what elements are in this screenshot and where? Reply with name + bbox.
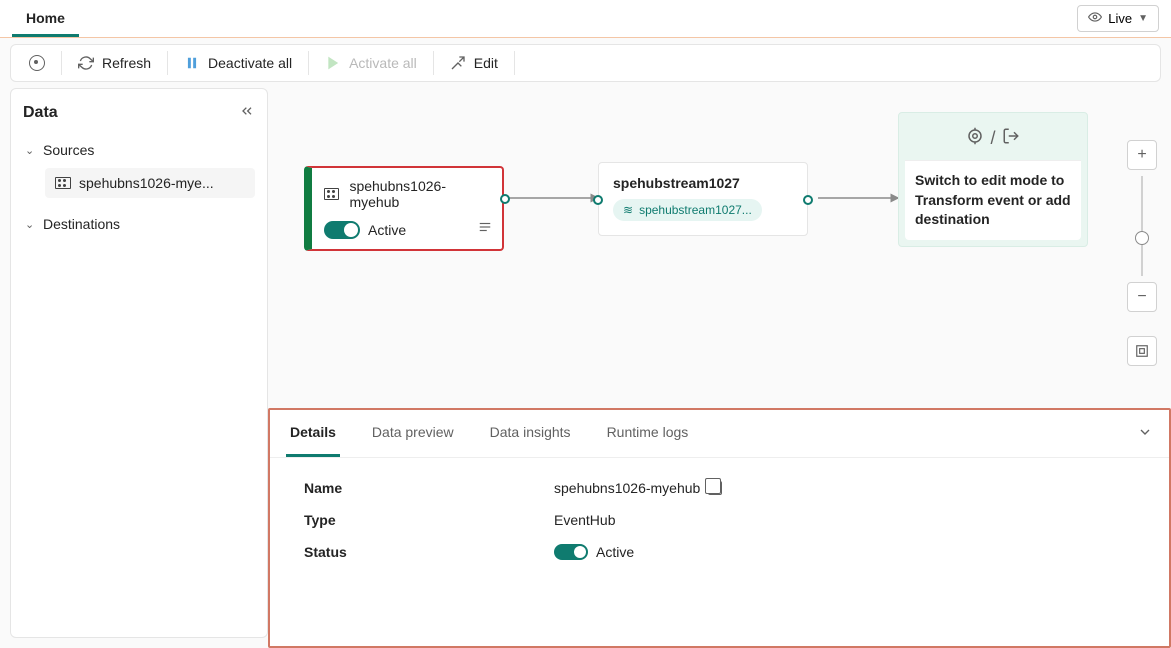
source-active-toggle[interactable] (324, 221, 360, 239)
node-menu-icon[interactable] (478, 220, 492, 239)
source-item-label: spehubns1026-mye... (79, 175, 214, 191)
zoom-controls: + − (1127, 140, 1157, 366)
destination-hint: Switch to edit mode to Transform event o… (905, 160, 1081, 240)
refresh-icon (78, 55, 94, 71)
destination-node[interactable]: / Switch to edit mode to Transform event… (898, 112, 1088, 247)
output-port[interactable] (803, 195, 813, 205)
flow-canvas[interactable]: spehubns1026-myehub Active spehubstream1… (268, 88, 1171, 648)
chevron-down-icon: ▼ (1138, 13, 1148, 24)
copy-icon[interactable] (708, 481, 722, 495)
data-sidebar: Data ⌄ Sources spehubns1026-mye... ⌄ Des… (10, 88, 268, 638)
divider (514, 51, 515, 75)
sources-label: Sources (43, 142, 94, 158)
slash: / (990, 128, 995, 149)
source-node-title: spehubns1026-myehub (349, 178, 490, 210)
tree-sources[interactable]: ⌄ Sources (23, 136, 255, 164)
eventhub-icon (324, 188, 339, 200)
divider (61, 51, 62, 75)
zoom-slider[interactable] (1141, 176, 1143, 276)
stream-node-title: spehubstream1027 (613, 175, 793, 191)
transform-icon (966, 127, 984, 150)
detail-type-value: EventHub (554, 512, 615, 528)
eye-icon (1088, 10, 1102, 27)
details-panel: Details Data preview Data insights Runti… (268, 408, 1171, 648)
zoom-in-button[interactable]: + (1127, 140, 1157, 170)
stream-icon: ≋ (623, 203, 633, 217)
edit-button[interactable]: Edit (438, 49, 510, 77)
input-port[interactable] (593, 195, 603, 205)
deactivate-label: Deactivate all (208, 55, 292, 71)
activate-all-button[interactable]: Activate all (313, 49, 429, 77)
zoom-thumb[interactable] (1135, 231, 1149, 245)
tree-destinations[interactable]: ⌄ Destinations (23, 210, 255, 238)
stream-node[interactable]: spehubstream1027 ≋ spehubstream1027... (598, 162, 808, 236)
play-icon (325, 55, 341, 71)
tab-home[interactable]: Home (12, 0, 79, 37)
source-item[interactable]: spehubns1026-mye... (45, 168, 255, 198)
zoom-out-button[interactable]: − (1127, 282, 1157, 312)
divider (308, 51, 309, 75)
chevron-down-icon: ⌄ (25, 144, 35, 157)
divider (433, 51, 434, 75)
collapse-icon[interactable] (239, 103, 255, 122)
tab-data-preview[interactable]: Data preview (368, 410, 458, 457)
stream-pill[interactable]: ≋ spehubstream1027... (613, 199, 762, 221)
edit-label: Edit (474, 55, 498, 71)
stream-pill-label: spehubstream1027... (639, 203, 752, 217)
refresh-button[interactable]: Refresh (66, 49, 163, 77)
tab-details[interactable]: Details (286, 410, 340, 457)
sidebar-title: Data (23, 104, 58, 122)
eventhub-icon (55, 177, 71, 189)
activate-label: Activate all (349, 55, 417, 71)
output-icon (1002, 127, 1020, 150)
destinations-label: Destinations (43, 216, 120, 232)
edit-icon (450, 55, 466, 71)
collapse-panel-icon[interactable] (1137, 424, 1153, 443)
detail-name-value: spehubns1026-myehub (554, 480, 700, 496)
refresh-label: Refresh (102, 55, 151, 71)
tab-data-insights[interactable]: Data insights (486, 410, 575, 457)
detail-status-value: Active (596, 544, 634, 560)
detail-type-label: Type (304, 512, 554, 528)
fit-view-button[interactable] (1127, 336, 1157, 366)
detail-name-label: Name (304, 480, 554, 496)
output-port[interactable] (500, 194, 510, 204)
source-node[interactable]: spehubns1026-myehub Active (304, 166, 504, 251)
detail-status-toggle[interactable] (554, 544, 588, 560)
tab-runtime-logs[interactable]: Runtime logs (603, 410, 693, 457)
pause-icon (184, 55, 200, 71)
chevron-down-icon: ⌄ (25, 218, 35, 231)
divider (167, 51, 168, 75)
gear-icon (29, 55, 45, 71)
live-toggle[interactable]: Live ▼ (1077, 5, 1159, 32)
deactivate-all-button[interactable]: Deactivate all (172, 49, 304, 77)
detail-status-label: Status (304, 544, 554, 560)
settings-button[interactable] (17, 49, 57, 77)
source-status-label: Active (368, 222, 406, 238)
live-label: Live (1108, 11, 1132, 26)
